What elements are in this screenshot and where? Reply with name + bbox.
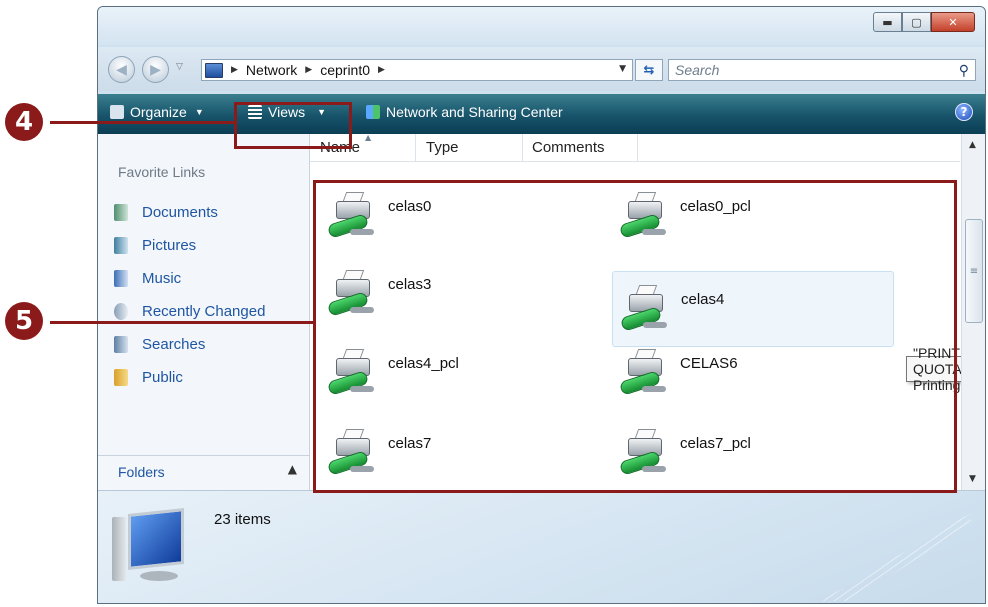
close-button[interactable]: ✕ [931,12,975,32]
nav-item-label: Searches [142,336,206,353]
column-divider[interactable] [522,134,523,161]
documents-icon [114,204,128,221]
window-controls: ▬ ▢ ✕ [873,12,975,32]
favorite-links-header: Favorite Links [118,164,206,180]
help-icon[interactable]: ? [955,103,973,121]
organize-button[interactable]: Organize ▼ [110,104,204,120]
favorite-links-list: Documents Pictures Music Recently Change… [114,196,265,394]
details-pane: 23 items [98,490,985,603]
organize-icon [110,105,124,119]
views-highlight-box [234,102,352,149]
nav-item-label: Public [142,369,183,386]
back-button[interactable]: ◀ [108,56,135,83]
command-bar: Organize ▼ Views ▼ Network and Sharing C… [98,94,985,134]
music-icon [114,270,128,287]
recent-pages-dropdown-icon[interactable]: ▽ [176,62,183,72]
nav-item-public[interactable]: Public [114,361,265,394]
searches-icon [114,336,128,353]
search-placeholder: Search [675,62,720,78]
computer-icon [112,508,196,595]
network-center-icon [366,105,380,119]
breadcrumb-separator-icon[interactable]: ▶ [305,65,312,75]
pictures-icon [114,237,128,254]
nav-item-pictures[interactable]: Pictures [114,229,265,262]
scroll-down-icon[interactable]: ▼ [969,474,976,484]
column-divider[interactable] [637,134,638,161]
search-icon[interactable]: ⚲ [959,62,969,79]
nav-item-searches[interactable]: Searches [114,328,265,361]
items-highlight-box [313,180,957,493]
sort-ascending-icon: ▲ [365,133,372,142]
address-bar[interactable]: ▶ Network ▶ ceprint0 ▶ ▼ [201,59,633,81]
address-dropdown-icon[interactable]: ▼ [619,64,626,74]
column-header-row: Name ▲ Type Comments [310,133,960,162]
scroll-up-icon[interactable]: ▲ [969,140,976,150]
breadcrumb-separator-icon[interactable]: ▶ [378,65,385,75]
forward-button[interactable]: ▶ [142,56,169,83]
navigation-pane: Favorite Links Documents Pictures Music … [98,134,310,490]
callout-badge-5: 5 [5,302,43,340]
refresh-button[interactable]: ⇆ [635,59,663,81]
search-input[interactable]: Search ⚲ [668,59,976,81]
chevron-up-icon: ▲ [287,462,297,476]
minimize-button[interactable]: ▬ [873,12,902,32]
nav-item-music[interactable]: Music [114,262,265,295]
decorative-swoosh [821,513,971,601]
scrollbar-thumb[interactable]: ≡ [965,219,983,323]
network-sharing-center-button[interactable]: Network and Sharing Center [366,104,563,120]
breadcrumb-network[interactable]: Network [246,62,297,78]
column-header-comments[interactable]: Comments [532,139,605,156]
nav-item-label: Documents [142,204,218,221]
nav-item-label: Pictures [142,237,197,254]
network-icon [205,62,223,78]
nav-item-documents[interactable]: Documents [114,196,265,229]
breadcrumb-ceprint0[interactable]: ceprint0 [320,62,370,78]
folder-icon [114,369,128,386]
breadcrumb-separator-icon[interactable]: ▶ [231,65,238,75]
column-header-type[interactable]: Type [426,139,459,156]
nav-item-label: Music [142,270,182,287]
maximize-button[interactable]: ▢ [902,12,931,32]
nav-item-label: Recently Changed [142,303,266,320]
callout-line-5 [50,321,315,324]
organize-label: Organize [130,104,187,120]
title-bar: ▬ ▢ ✕ [98,7,985,45]
chevron-down-icon: ▼ [194,107,204,117]
callout-line-4 [50,121,236,124]
item-count: 23 items [214,511,271,528]
vertical-scrollbar[interactable]: ▲ ≡ ▼ [961,134,985,490]
address-row: ◀ ▶ ▽ ▶ Network ▶ ceprint0 ▶ ▼ ⇆ Search … [98,47,985,91]
column-divider[interactable] [415,134,416,161]
network-center-label: Network and Sharing Center [386,104,563,120]
recently-changed-icon [114,303,128,320]
callout-badge-4: 4 [5,103,43,141]
folders-label: Folders [118,464,165,480]
folders-toggle[interactable]: Folders ▲ [98,455,309,490]
